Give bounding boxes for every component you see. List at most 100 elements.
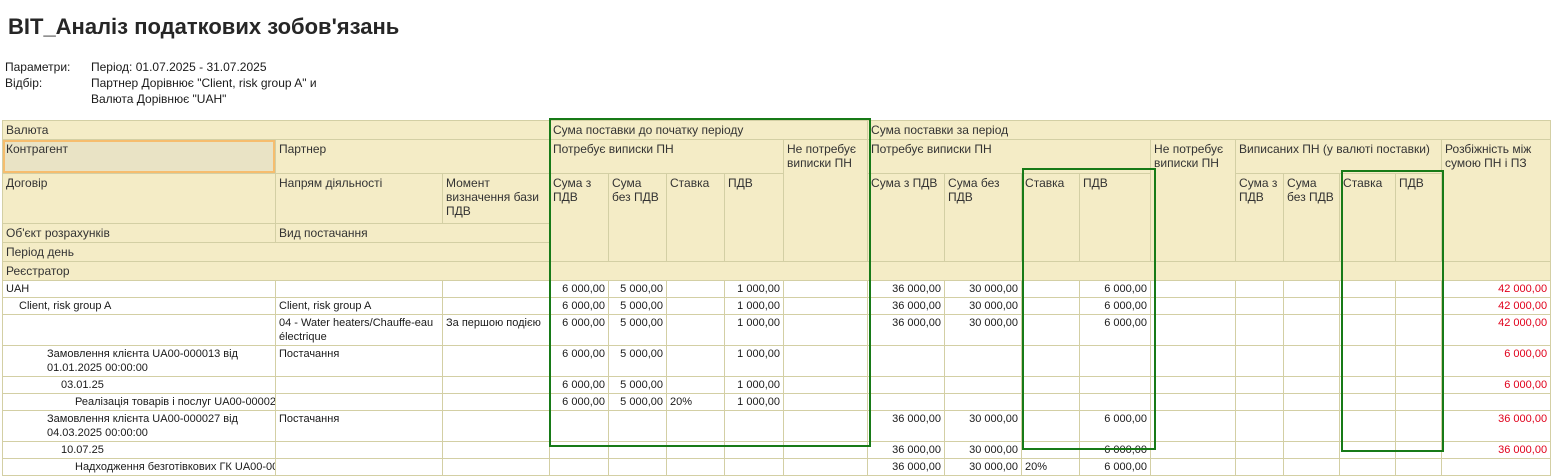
cell-period-sum-without-vat[interactable]: 30 000,00 <box>944 458 1023 476</box>
cell-issued-sum-without-vat[interactable] <box>1283 314 1341 346</box>
cell-before-sum-with-vat[interactable]: 6 000,00 <box>549 393 609 411</box>
cell-before-sum-with-vat[interactable]: 6 000,00 <box>549 280 609 298</box>
cell-period-sum-with-vat[interactable]: 36 000,00 <box>867 410 946 442</box>
cell-issued-sum-without-vat[interactable] <box>1283 345 1341 377</box>
cell-discrepancy[interactable]: 6 000,00 <box>1441 345 1552 377</box>
cell-row-label[interactable]: Замовлення клієнта UA00-000013 від 01.01… <box>2 345 276 377</box>
cell-before-vat[interactable]: 1 000,00 <box>724 376 784 394</box>
cell-row-moment[interactable] <box>442 441 550 459</box>
header-supply-type[interactable]: Вид постачання <box>275 223 550 243</box>
cell-issued-rate[interactable] <box>1339 297 1397 315</box>
cell-period-no-invoice[interactable] <box>1150 280 1237 298</box>
cell-issued-rate[interactable] <box>1339 441 1397 459</box>
cell-period-sum-without-vat[interactable] <box>944 376 1023 394</box>
table-row[interactable]: UAH 6 000,00 5 000,00 1 000,00 36 000,00 30 0… <box>2 280 1552 298</box>
cell-discrepancy[interactable] <box>1441 393 1552 411</box>
header-contract[interactable]: Договір <box>2 173 276 224</box>
header-period-sum-with-vat[interactable]: Сума з ПДВ <box>867 173 946 262</box>
cell-period-no-invoice[interactable] <box>1150 345 1237 377</box>
cell-row-moment[interactable] <box>442 410 550 442</box>
cell-period-rate[interactable] <box>1021 410 1081 442</box>
cell-before-sum-without-vat[interactable]: 5 000,00 <box>608 376 667 394</box>
cell-row-partner[interactable] <box>275 393 443 411</box>
header-tax-base-moment[interactable]: Момент визначення бази ПДВ <box>442 173 550 224</box>
cell-before-sum-with-vat[interactable]: 6 000,00 <box>549 297 609 315</box>
cell-issued-vat[interactable] <box>1395 441 1443 459</box>
cell-period-no-invoice[interactable] <box>1150 458 1237 476</box>
cell-before-vat[interactable]: 1 000,00 <box>724 393 784 411</box>
cell-row-label[interactable]: 03.01.25 <box>2 376 276 394</box>
cell-before-sum-with-vat[interactable] <box>549 410 609 442</box>
cell-row-label[interactable]: Client, risk group A <box>2 297 276 315</box>
cell-issued-sum-with-vat[interactable] <box>1235 280 1285 298</box>
cell-period-rate[interactable] <box>1021 314 1081 346</box>
cell-discrepancy[interactable] <box>1441 458 1552 476</box>
cell-before-sum-with-vat[interactable]: 6 000,00 <box>549 345 609 377</box>
header-before-requires-invoice[interactable]: Потребує виписки ПН <box>549 139 784 174</box>
header-issued-sum-without-vat[interactable]: Сума без ПДВ <box>1283 173 1341 262</box>
cell-before-sum-with-vat[interactable] <box>549 441 609 459</box>
cell-period-sum-with-vat[interactable]: 36 000,00 <box>867 280 946 298</box>
cell-issued-vat[interactable] <box>1395 393 1443 411</box>
cell-period-sum-with-vat[interactable]: 36 000,00 <box>867 314 946 346</box>
cell-issued-vat[interactable] <box>1395 410 1443 442</box>
header-issued-rate[interactable]: Ставка <box>1339 173 1397 262</box>
cell-before-sum-without-vat[interactable] <box>608 458 667 476</box>
cell-before-no-invoice[interactable] <box>782 376 869 394</box>
cell-issued-sum-with-vat[interactable] <box>1235 441 1285 459</box>
cell-before-no-invoice[interactable] <box>782 280 869 298</box>
cell-before-sum-without-vat[interactable]: 5 000,00 <box>608 280 667 298</box>
header-discrepancy[interactable]: Розбіжність між сумою ПН і ПЗ <box>1441 139 1552 262</box>
cell-period-no-invoice[interactable] <box>1150 297 1237 315</box>
cell-issued-vat[interactable] <box>1395 280 1443 298</box>
cell-row-partner[interactable] <box>275 458 443 476</box>
cell-issued-sum-without-vat[interactable] <box>1283 297 1341 315</box>
cell-issued-sum-without-vat[interactable] <box>1283 393 1341 411</box>
table-row[interactable]: Надходження безготівкових ГК UA00-000023… <box>2 458 1552 476</box>
cell-issued-sum-without-vat[interactable] <box>1283 441 1341 459</box>
cell-before-no-invoice[interactable] <box>782 393 869 411</box>
cell-before-rate[interactable] <box>666 410 725 442</box>
cell-row-partner[interactable] <box>275 441 443 459</box>
cell-before-sum-without-vat[interactable]: 5 000,00 <box>608 345 667 377</box>
cell-issued-rate[interactable] <box>1339 345 1397 377</box>
header-activity[interactable]: Напрям діяльності <box>275 173 443 224</box>
cell-before-sum-without-vat[interactable] <box>608 410 667 442</box>
cell-issued-sum-with-vat[interactable] <box>1235 297 1285 315</box>
cell-before-rate[interactable] <box>666 345 725 377</box>
cell-issued-rate[interactable] <box>1339 393 1397 411</box>
header-before-vat[interactable]: ПДВ <box>724 173 784 262</box>
cell-before-no-invoice[interactable] <box>782 297 869 315</box>
table-row[interactable]: 10.07.25 36 000,00 30 000,00 6 000,00 36 000… <box>2 441 1552 459</box>
header-before-rate[interactable]: Ставка <box>666 173 725 262</box>
cell-issued-rate[interactable] <box>1339 410 1397 442</box>
cell-issued-sum-without-vat[interactable] <box>1283 376 1341 394</box>
cell-period-rate[interactable] <box>1021 280 1081 298</box>
cell-issued-sum-with-vat[interactable] <box>1235 376 1285 394</box>
cell-discrepancy[interactable]: 42 000,00 <box>1441 314 1552 346</box>
cell-discrepancy[interactable]: 42 000,00 <box>1441 297 1552 315</box>
cell-period-sum-with-vat[interactable]: 36 000,00 <box>867 441 946 459</box>
cell-before-vat[interactable] <box>724 441 784 459</box>
cell-before-vat[interactable]: 1 000,00 <box>724 297 784 315</box>
cell-period-vat[interactable] <box>1079 376 1152 394</box>
cell-period-vat[interactable] <box>1079 393 1152 411</box>
header-issued-sum-with-vat[interactable]: Сума з ПДВ <box>1235 173 1285 262</box>
cell-period-no-invoice[interactable] <box>1150 393 1237 411</box>
cell-period-vat[interactable]: 6 000,00 <box>1079 458 1152 476</box>
cell-period-vat[interactable]: 6 000,00 <box>1079 441 1152 459</box>
cell-issued-vat[interactable] <box>1395 297 1443 315</box>
cell-before-rate[interactable]: 20% <box>666 393 725 411</box>
cell-before-sum-with-vat[interactable] <box>549 458 609 476</box>
header-period-vat[interactable]: ПДВ <box>1079 173 1152 262</box>
cell-issued-rate[interactable] <box>1339 280 1397 298</box>
table-row[interactable]: 04 - Water heaters/Chauffe-eau électriqu… <box>2 314 1552 346</box>
cell-row-label[interactable] <box>2 314 276 346</box>
header-period-requires-invoice[interactable]: Потребує виписки ПН <box>867 139 1152 174</box>
cell-issued-sum-with-vat[interactable] <box>1235 458 1285 476</box>
cell-issued-sum-with-vat[interactable] <box>1235 393 1285 411</box>
header-issued-invoices[interactable]: Виписаних ПН (у валюті поставки) <box>1235 139 1443 174</box>
header-issued-vat[interactable]: ПДВ <box>1395 173 1443 262</box>
cell-period-no-invoice[interactable] <box>1150 410 1237 442</box>
cell-before-vat[interactable] <box>724 410 784 442</box>
